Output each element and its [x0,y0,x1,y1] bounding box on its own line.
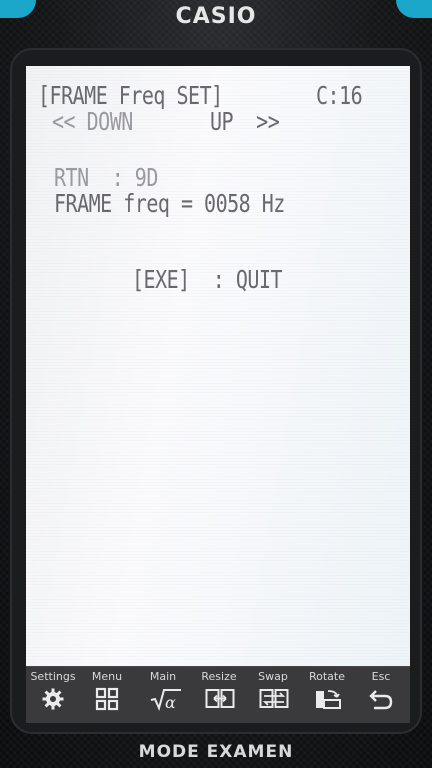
softkey-label: Main [149,670,177,683]
softkey-bar: Settings Menu Main α Resize Swap Rotate … [26,666,410,723]
softkey-label: Rotate [308,670,345,683]
softkey-label: Swap [258,670,288,683]
swap-icon [259,687,289,713]
rotate-button[interactable]: Rotate [300,667,354,723]
swap-button[interactable]: Swap [246,667,300,723]
softkey-label: Settings [30,670,76,683]
gear-icon [39,687,67,713]
softkey-label: Resize [201,670,237,683]
brand-logo: CASIO [175,4,257,29]
nav-up-hint: UP >> [210,106,280,136]
mode-examen-label: MODE EXAMEN [138,742,294,762]
frame-freq-readout: FRAME freq = 0058 Hz [54,188,285,218]
return-icon [367,687,395,713]
lcd-screen: [FRAME Freq SET] C:16 << DOWN UP >> RTN … [26,66,410,666]
resize-icon [205,687,235,713]
resize-button[interactable]: Resize [192,667,246,723]
calculator-device: CASIO [FRAME Freq SET] C:16 << DOWN UP >… [0,0,432,768]
svg-text:α: α [165,693,176,711]
softkey-label: Esc [371,670,391,683]
settings-button[interactable]: Settings [26,667,80,723]
counter-readout: C:16 [316,80,363,110]
esc-button[interactable]: Esc [354,667,408,723]
sqrt-alpha-icon: α [149,687,181,713]
nav-down-hint: << DOWN [52,106,133,136]
rotate-icon [313,687,341,713]
menu-button[interactable]: Menu [80,667,134,723]
main-button[interactable]: Main α [136,667,190,723]
grid-icon [93,687,121,713]
softkey-label: Menu [91,670,123,683]
quit-hint: [EXE] : QUIT [132,264,283,294]
